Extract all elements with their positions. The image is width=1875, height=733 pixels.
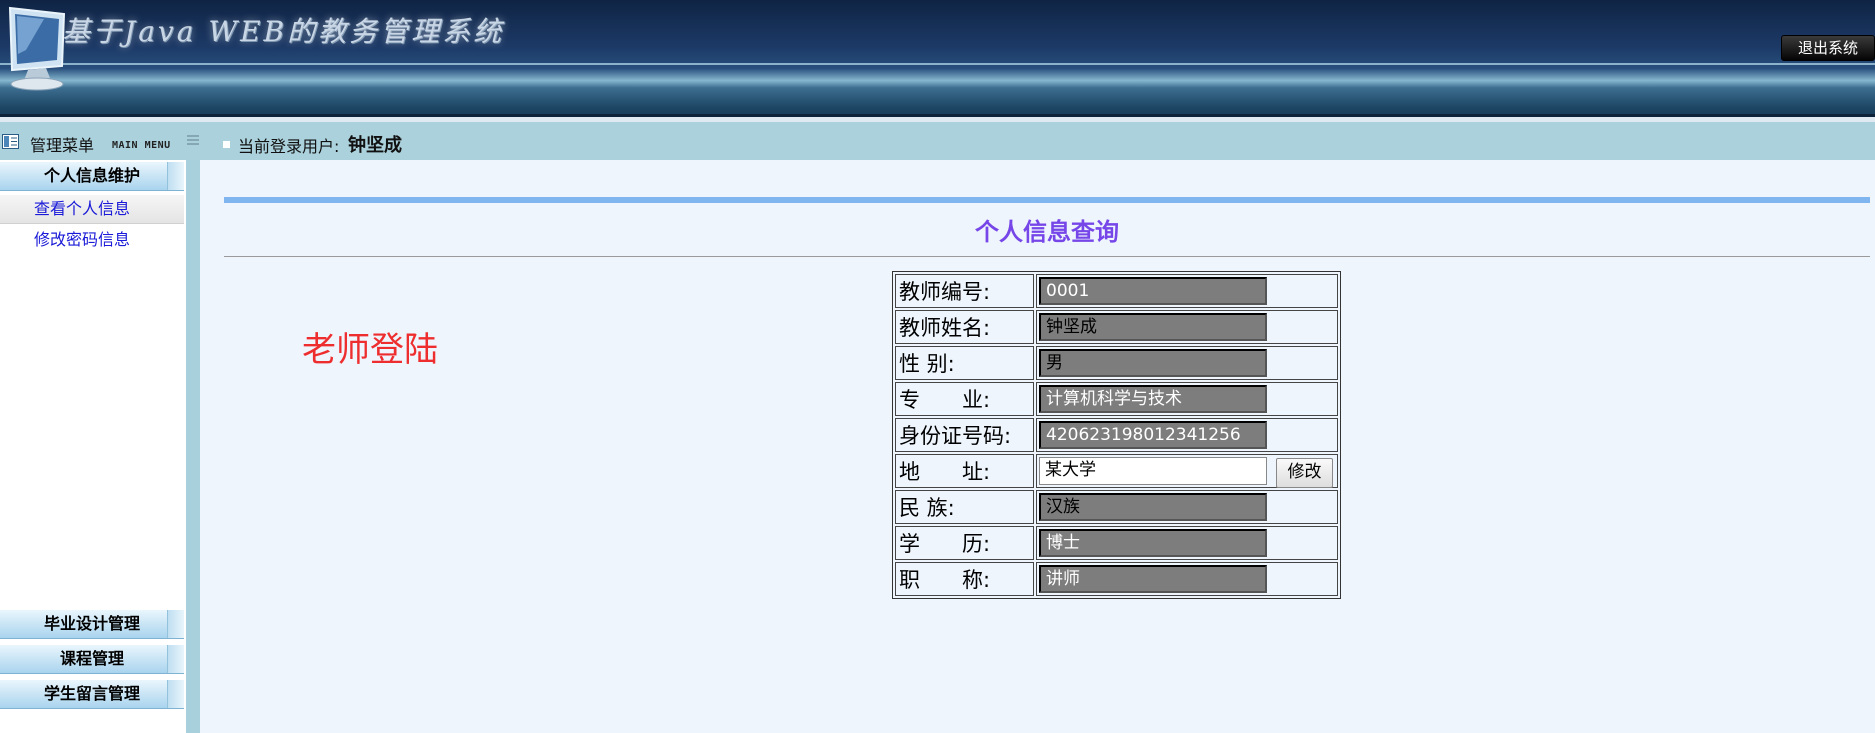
monitor-logo-icon	[8, 6, 66, 91]
login-role-note: 老师登陆	[302, 330, 438, 370]
teacher-name-field: 钟坚成	[1039, 313, 1267, 341]
sidebar-item-label: 查看个人信息	[34, 199, 131, 218]
table-row: 教师姓名: 钟坚成	[895, 310, 1338, 344]
gender-field: 男	[1039, 349, 1267, 377]
collapse-grip-icon[interactable]	[186, 134, 200, 148]
sidebar: 个人信息维护 查看个人信息 修改密码信息 毕业设计管理 课程管理 学生留言管理	[0, 160, 186, 733]
title-field: 讲师	[1039, 565, 1267, 593]
field-label: 身份证号码:	[895, 418, 1034, 452]
header-highlight-line	[0, 63, 1875, 65]
title-divider	[224, 256, 1870, 257]
sidebar-group-student-messages[interactable]: 学生留言管理	[0, 680, 184, 709]
field-cell: 男	[1036, 346, 1338, 380]
site-title: 基于Java WEB的教务管理系统	[62, 15, 505, 48]
table-row: 性 别: 男	[895, 346, 1338, 380]
table-row: 专 业: 计算机科学与技术	[895, 382, 1338, 416]
sidebar-group-course[interactable]: 课程管理	[0, 645, 184, 674]
personal-info-table: 教师编号: 0001 教师姓名: 钟坚成 性 别: 男 专 业: 计算机科学与技…	[892, 271, 1341, 599]
field-cell: 420623198012341256	[1036, 418, 1338, 452]
teacher-id-field: 0001	[1039, 277, 1267, 305]
education-field: 博士	[1039, 529, 1267, 557]
sidebar-border	[186, 160, 200, 733]
logout-button[interactable]: 退出系统	[1781, 35, 1875, 61]
table-row: 学 历: 博士	[895, 526, 1338, 560]
sidebar-group-personal-info[interactable]: 个人信息维护	[0, 162, 184, 191]
menu-header: 管理菜单 MAIN MENU	[0, 122, 185, 160]
toolbar: 管理菜单 MAIN MENU 当前登录用户: 钟坚成	[0, 122, 1875, 160]
table-row: 职 称: 讲师	[895, 562, 1338, 596]
field-cell: 某大学 修改	[1036, 454, 1338, 488]
major-field: 计算机科学与技术	[1039, 385, 1267, 413]
sidebar-item-change-password[interactable]: 修改密码信息	[0, 226, 184, 254]
main-content: 个人信息查询 老师登陆 教师编号: 0001 教师姓名: 钟坚成 性 别: 男 …	[200, 160, 1875, 733]
menu-panel-icon	[2, 134, 19, 149]
table-row: 身份证号码: 420623198012341256	[895, 418, 1338, 452]
field-cell: 博士	[1036, 526, 1338, 560]
field-label: 学 历:	[895, 526, 1034, 560]
menu-label-english: MAIN MENU	[112, 140, 171, 151]
field-cell: 计算机科学与技术	[1036, 382, 1338, 416]
modify-address-button[interactable]: 修改	[1276, 458, 1333, 488]
page-title: 个人信息查询	[975, 218, 1119, 246]
menu-label: 管理菜单	[30, 136, 95, 155]
field-label: 职 称:	[895, 562, 1034, 596]
field-label: 教师编号:	[895, 274, 1034, 308]
title-accent-bar	[224, 197, 1870, 203]
table-row: 民 族: 汉族	[895, 490, 1338, 524]
login-user-name: 钟坚成	[348, 135, 402, 156]
id-card-field: 420623198012341256	[1039, 421, 1267, 449]
sidebar-group-graduation-design[interactable]: 毕业设计管理	[0, 610, 184, 639]
field-label: 专 业:	[895, 382, 1034, 416]
field-label: 地 址:	[895, 454, 1034, 488]
field-cell: 钟坚成	[1036, 310, 1338, 344]
field-label: 性 别:	[895, 346, 1034, 380]
sidebar-item-label: 修改密码信息	[34, 230, 131, 249]
field-cell: 讲师	[1036, 562, 1338, 596]
login-user-label: 当前登录用户:	[238, 137, 340, 156]
field-label: 民 族:	[895, 490, 1034, 524]
field-cell: 汉族	[1036, 490, 1338, 524]
sidebar-item-view-info[interactable]: 查看个人信息	[0, 195, 184, 224]
field-cell: 0001	[1036, 274, 1338, 308]
ethnicity-field: 汉族	[1039, 493, 1267, 521]
table-row: 教师编号: 0001	[895, 274, 1338, 308]
table-row: 地 址: 某大学 修改	[895, 454, 1338, 488]
address-input[interactable]: 某大学	[1039, 457, 1267, 485]
bullet-square-icon	[223, 141, 230, 148]
header-banner: 基于Java WEB的教务管理系统 退出系统	[0, 0, 1875, 122]
field-label: 教师姓名:	[895, 310, 1034, 344]
